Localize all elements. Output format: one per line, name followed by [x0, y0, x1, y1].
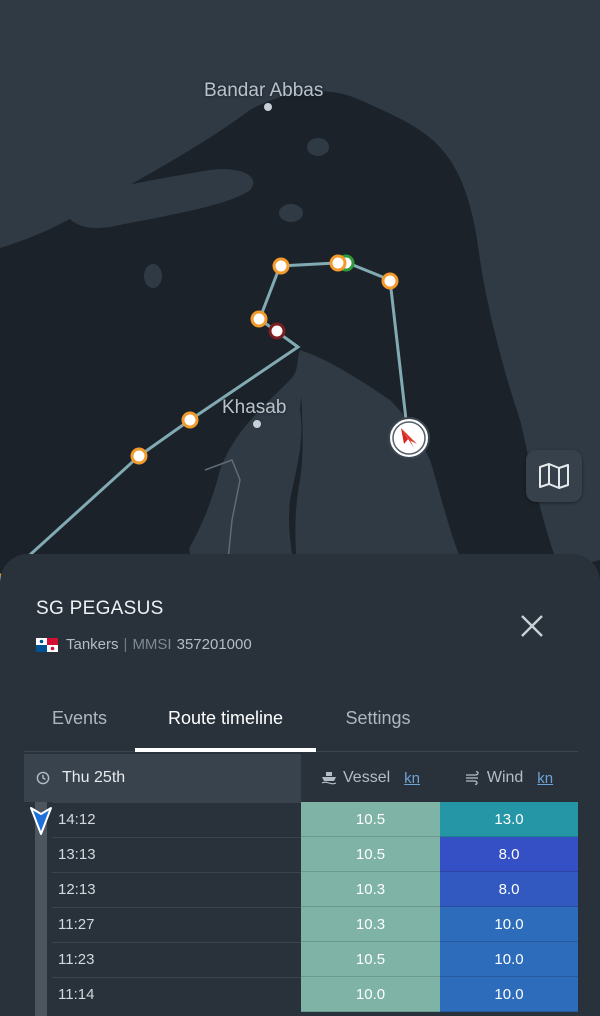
ship-icon	[321, 772, 337, 785]
vessel-speed-cell: 10.5	[301, 837, 440, 872]
vessel-speed-cell: 10.3	[301, 907, 440, 942]
time-cell: 14:12	[52, 802, 301, 836]
date-header[interactable]: Thu 25th	[24, 754, 301, 802]
table-row[interactable]: 11:23 10.5 10.0	[24, 942, 578, 977]
wind-speed-cell: 10.0	[440, 977, 578, 1012]
app-root: Bandar Abbas Khasab SG PEGASUS Tankers |…	[0, 0, 600, 1016]
vessel-header-label: Vessel	[343, 769, 391, 786]
vessel-speed-header: Vessel kn	[301, 754, 440, 802]
tab-route-timeline[interactable]: Route timeline	[135, 708, 316, 752]
map-icon	[539, 463, 569, 489]
route-timeline-table: Thu 25th Vessel kn Wind kn 14:12 10.5 13…	[24, 754, 578, 1016]
table-row[interactable]: 11:27 10.3 10.0	[24, 907, 578, 942]
wind-speed-cell: 13.0	[440, 802, 578, 837]
table-row[interactable]: 13:13 10.5 8.0	[24, 837, 578, 872]
tab-bar: Events Route timeline Settings	[24, 700, 578, 752]
close-icon	[521, 615, 543, 637]
vessel-speed-cell: 10.3	[301, 872, 440, 907]
vessel-speed-cell: 10.5	[301, 802, 440, 837]
mmsi-label: MMSI	[132, 636, 172, 653]
map-view[interactable]: Bandar Abbas Khasab	[0, 0, 600, 600]
panama-flag-icon	[36, 637, 58, 652]
tab-settings[interactable]: Settings	[316, 708, 440, 752]
vessel-speed-cell: 10.5	[301, 942, 440, 977]
map-layers-button[interactable]	[526, 450, 582, 502]
wind-speed-cell: 8.0	[440, 837, 578, 872]
table-row[interactable]: 14:12 10.5 13.0	[24, 802, 578, 837]
table-row[interactable]: 12:13 10.3 8.0	[24, 872, 578, 907]
active-tab-indicator	[135, 748, 316, 752]
wind-speed-header: Wind kn	[440, 754, 578, 802]
time-cell: 11:14	[52, 977, 301, 1011]
mmsi-value: 357201000	[176, 636, 252, 653]
wind-header-label: Wind	[486, 769, 524, 786]
table-row[interactable]: 11:14 10.0 10.0	[24, 977, 578, 1012]
wind-speed-cell: 8.0	[440, 872, 578, 907]
time-cell: 11:23	[52, 942, 301, 976]
vessel-position-icon[interactable]	[388, 417, 430, 459]
table-header: Thu 25th Vessel kn Wind kn	[24, 754, 578, 802]
wind-speed-cell: 10.0	[440, 907, 578, 942]
vessel-name: SG PEGASUS	[36, 598, 164, 619]
clock-icon	[36, 771, 50, 785]
wind-icon	[465, 771, 479, 785]
tab-events[interactable]: Events	[24, 708, 135, 752]
time-cell: 13:13	[52, 837, 301, 871]
timeline-rows: 14:12 10.5 13.0 13:13 10.5 8.0 12:13 10.…	[24, 802, 578, 1012]
map-label-khasab: Khasab	[222, 397, 287, 418]
wind-unit-link[interactable]: kn	[537, 770, 553, 787]
vessel-speed-cell: 10.0	[301, 977, 440, 1012]
vessel-subtitle: Tankers | MMSI 357201000	[36, 636, 252, 653]
map-label-bandar-abbas: Bandar Abbas	[204, 80, 324, 101]
separator: |	[123, 636, 128, 653]
vessel-category: Tankers	[66, 636, 119, 653]
time-cell: 12:13	[52, 872, 301, 906]
wind-speed-cell: 10.0	[440, 942, 578, 977]
vessel-unit-link[interactable]: kn	[404, 770, 420, 787]
vessel-panel: SG PEGASUS Tankers | MMSI 357201000 Even…	[0, 554, 600, 1016]
close-button[interactable]	[512, 606, 552, 646]
date-label: Thu 25th	[62, 769, 126, 786]
time-cell: 11:27	[52, 907, 301, 941]
